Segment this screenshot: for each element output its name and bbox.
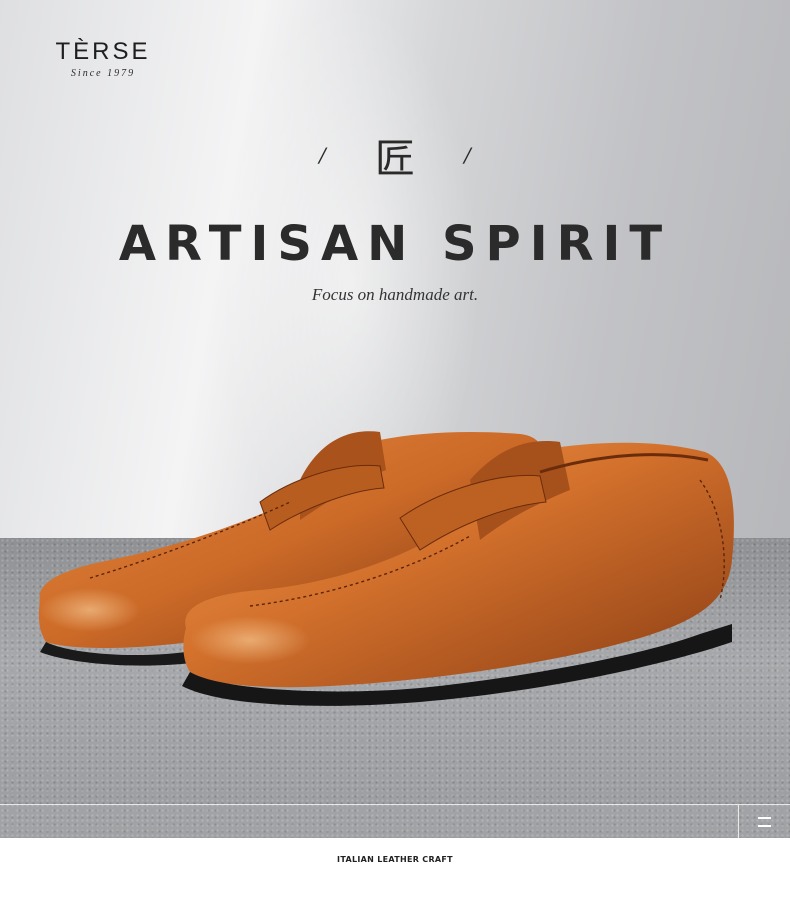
footer-caption: ITALIAN LEATHER CRAFT	[337, 855, 453, 864]
tagline: Focus on handmade art.	[311, 285, 479, 304]
slash-right: /	[464, 143, 471, 167]
menu-icon	[758, 817, 771, 827]
brand-since: Since 1979	[70, 68, 136, 79]
hero-bottom-bar	[0, 804, 790, 838]
artisan-char-row: / 匠 /	[0, 126, 790, 184]
brand-name: TÈRSE	[55, 38, 151, 65]
artisan-character: 匠	[375, 136, 415, 182]
menu-button[interactable]	[738, 805, 790, 838]
hero-banner: TÈRSE Since 1979 / 匠 / ARTISAN SPIRIT Fo…	[0, 0, 790, 838]
headline: ARTISAN SPIRIT	[118, 216, 672, 272]
brand-logo[interactable]: TÈRSE Since 1979	[48, 38, 158, 79]
loafers-image	[38, 431, 734, 706]
slash-left: /	[319, 143, 326, 167]
footer: ITALIAN LEATHER CRAFT	[0, 838, 790, 898]
